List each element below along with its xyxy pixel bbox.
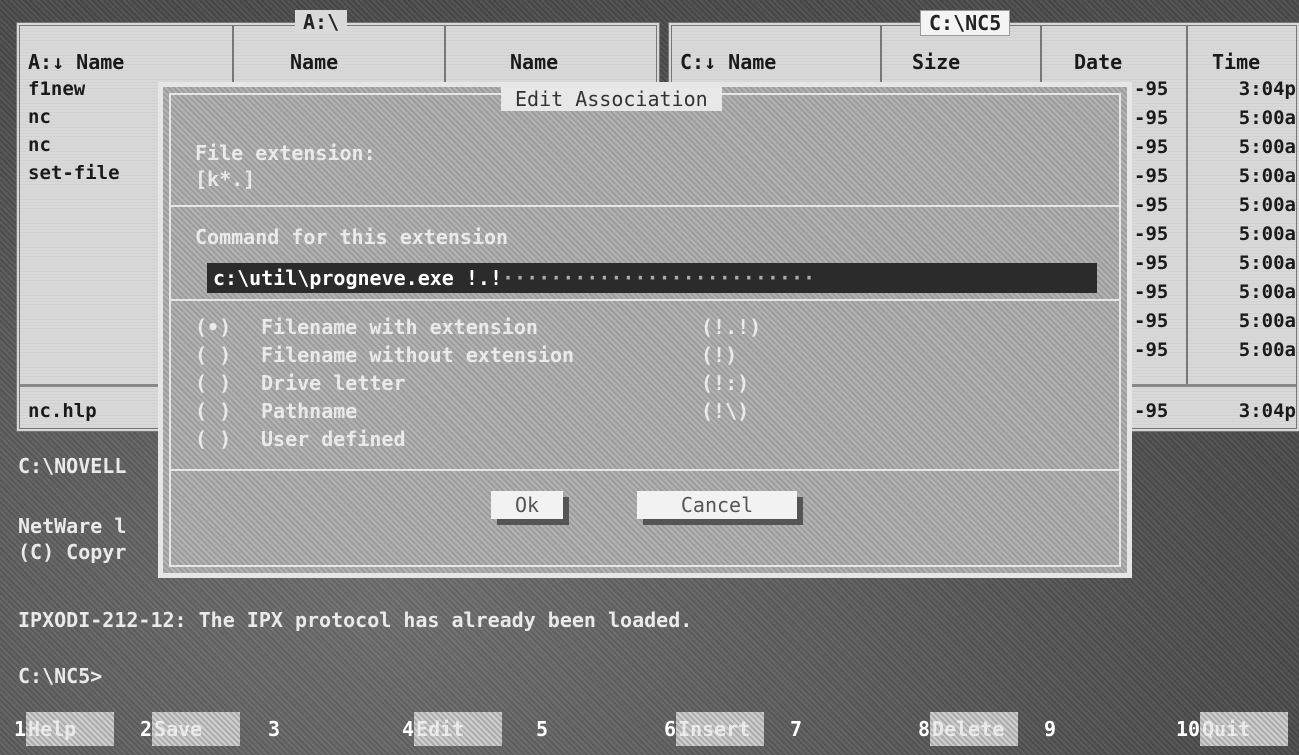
radio-mark: ( ) [195,343,232,367]
dialog-divider [171,205,1119,207]
f9-key[interactable]: 9 [1044,712,1144,746]
radio-mark: ( ) [195,399,232,423]
file-date: -95 [1134,107,1169,129]
file-time: 5:00a [1238,252,1296,274]
option-code: (!) [701,343,738,367]
fkey-number: 3 [268,717,281,741]
f1-help-key[interactable]: 1 Help [14,712,115,746]
file-time: 5:00a [1238,165,1296,187]
file-date: -95 [1134,339,1169,361]
option-label: Filename without extension [261,343,575,367]
console-line: C:\NOVELL [18,454,127,478]
dialog-divider [171,299,1119,301]
dialog-title: Edit Association [501,87,722,111]
option-label: User defined [261,427,406,451]
fkey-label: Insert [676,712,765,746]
file-entry[interactable]: set-file [28,162,120,184]
f4-edit-key[interactable]: 4 Edit [402,712,503,746]
file-time: 5:00a [1238,136,1296,158]
fkey-number: 4 [402,717,415,741]
current-file-date: -95 [1134,400,1169,422]
f7-key[interactable]: 7 [790,712,890,746]
file-time: 5:00a [1238,194,1296,216]
file-time: 3:04p [1238,78,1296,100]
fkey-label: Delete [930,712,1019,746]
option-label: Drive letter [261,371,406,395]
fkey-number: 9 [1044,717,1057,741]
option-code: (!.!) [701,315,762,339]
f5-key[interactable]: 5 [536,712,636,746]
file-date: -95 [1134,165,1169,187]
file-date: -95 [1134,252,1169,274]
console-line: (C) Copyr [18,540,127,564]
current-file-time: 3:04p [1238,400,1296,422]
right-time-header[interactable]: Time [1212,50,1260,74]
dialog-divider [171,469,1119,471]
command-input[interactable]: c:\util\progneve.exe !.!················… [207,263,1097,293]
fkey-label: Help [26,712,115,746]
file-date: -95 [1134,78,1169,100]
command-value: c:\util\progneve.exe !.! [213,266,502,290]
fkey-label: Edit [414,712,503,746]
radio-mark: ( ) [195,371,232,395]
right-panel-title: C:\NC5 [920,10,1011,36]
option-code: (!:) [701,371,750,395]
command-label: Command for this extension [195,225,509,249]
cancel-button[interactable]: Cancel [637,491,797,519]
f10-quit-key[interactable]: 10 Quit [1176,712,1289,746]
file-time: 5:00a [1238,223,1296,245]
f8-delete-key[interactable]: 8 Delete [918,712,1019,746]
file-entry[interactable]: nc [28,106,51,128]
file-time: 5:00a [1238,339,1296,361]
fkey-number: 2 [140,717,153,741]
fkey-number: 8 [918,717,931,741]
file-date: -95 [1134,281,1169,303]
dialog-frame: Edit Association File extension: [k*.] C… [169,87,1121,567]
command-prompt[interactable]: C:\NC5> [18,664,102,688]
file-time: 5:00a [1238,281,1296,303]
option-code: (!\) [701,399,750,423]
fkey-number: 7 [790,717,803,741]
console-line: NetWare l [18,514,127,538]
fkey-number: 10 [1176,717,1201,741]
left-panel-title: A:\ [295,10,348,34]
file-entry[interactable]: f1new [28,78,85,100]
console-line: IPXODI-212-12: The IPX protocol has alre… [18,608,693,632]
left-col1-header[interactable]: A:↓ Name [28,50,124,74]
file-time: 5:00a [1238,310,1296,332]
nc-screen: A:\ A:↓ Name Name Name f1new nc nc set-f… [0,0,1299,755]
left-col2-header[interactable]: Name [290,50,338,74]
fkey-number: 6 [664,717,677,741]
ok-button[interactable]: Ok [491,491,563,519]
fkey-label: Save [152,712,241,746]
right-size-header[interactable]: Size [912,50,960,74]
file-date: -95 [1134,310,1169,332]
radio-mark: (•) [195,315,232,339]
file-extension-field[interactable]: [k*.] [195,167,255,191]
right-date-header[interactable]: Date [1074,50,1122,74]
radio-mark: ( ) [195,427,232,451]
fkey-number: 1 [14,717,27,741]
fkey-label: Quit [1200,712,1289,746]
file-date: -95 [1134,136,1169,158]
file-entry[interactable]: nc [28,134,51,156]
current-file-info: nc.hlp [28,400,97,422]
f6-insert-key[interactable]: 6 Insert [664,712,765,746]
command-fill: ·························· [501,266,816,290]
left-col3-header[interactable]: Name [510,50,558,74]
right-name-header[interactable]: C:↓ Name [680,50,776,74]
fkey-number: 5 [536,717,549,741]
file-extension-label: File extension: [195,141,376,165]
file-date: -95 [1134,194,1169,216]
file-date: -95 [1134,223,1169,245]
f2-save-key[interactable]: 2 Save [140,712,241,746]
f3-key[interactable]: 3 [268,712,368,746]
option-label: Filename with extension [261,315,538,339]
option-label: Pathname [261,399,358,423]
file-time: 5:00a [1238,107,1296,129]
function-key-bar: 1 Help 2 Save 3 4 Edit 5 6 Insert 7 8 Delete … [0,712,1299,746]
edit-association-dialog: Edit Association File extension: [k*.] C… [158,82,1132,578]
